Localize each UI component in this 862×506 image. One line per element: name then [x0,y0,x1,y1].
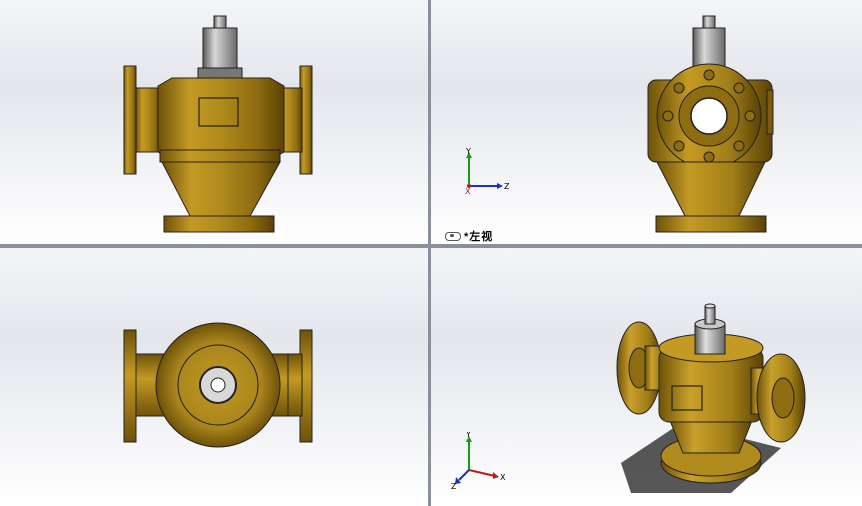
view-name-text: *左视 [464,231,494,243]
triad-z-label: Z [504,182,510,191]
view-name-label: *左视 [445,228,493,244]
viewport-splitter-vertical[interactable] [428,0,431,506]
triad-y-label: Y [465,432,471,439]
triad-y-label: Y [465,147,471,156]
viewport-front[interactable] [0,0,428,244]
viewport-top[interactable] [0,248,428,506]
viewport-left[interactable]: Y Z X *左视 [431,0,862,244]
front-view-model [123,15,313,233]
axis-triad-iso: Y X Z [451,432,506,491]
triad-x-label: X [465,187,471,196]
triad-x-label: X [500,473,506,482]
viewport-grid: Y Z X *左视 Y X Z [0,0,862,506]
viewport-splitter-horizontal[interactable] [0,244,862,248]
left-view-model [647,15,774,233]
viewport-isometric[interactable]: Y X Z [431,248,862,506]
view-eye-icon [445,231,461,241]
axis-triad: Y Z X [465,147,510,196]
top-view-model [123,322,313,448]
triad-z-label: Z [451,482,457,491]
